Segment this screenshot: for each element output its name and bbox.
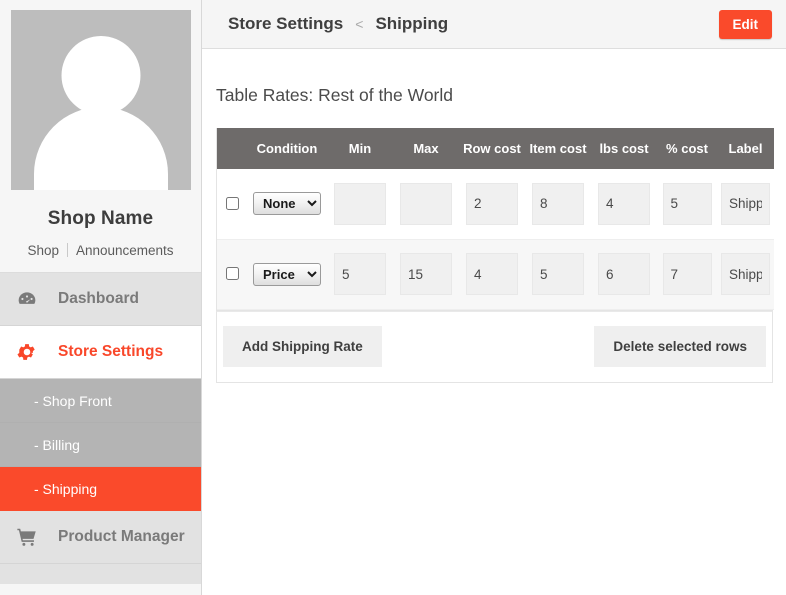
item-cost-input[interactable]: [532, 253, 584, 295]
column-header-select: [217, 128, 247, 169]
max-cell: [393, 239, 459, 310]
lbs-cost-input[interactable]: [598, 253, 650, 295]
lbs-cost-cell: [591, 239, 657, 310]
shop-name: Shop Name: [47, 208, 154, 229]
table-header-row: Condition Min Max Row cost Item cost lbs…: [217, 128, 774, 169]
row-cost-cell: [459, 239, 525, 310]
sidebar-subitem-label: - Shipping: [34, 480, 98, 497]
item-cost-input[interactable]: [532, 182, 584, 225]
label-input[interactable]: [721, 182, 770, 225]
breadcrumb: Store Settings < Shipping: [228, 14, 719, 34]
column-header-item-cost: Item cost: [525, 128, 591, 169]
app-root: Shop Name Shop Announcements Dashboard St…: [0, 0, 786, 595]
condition-select[interactable]: None Price Weight Item: [253, 192, 321, 216]
sidebar: Shop Name Shop Announcements Dashboard St…: [0, 0, 202, 595]
max-input[interactable]: [400, 253, 452, 295]
pct-cost-cell: [657, 169, 717, 240]
column-header-label: Label: [717, 128, 774, 169]
sidebar-item-billing[interactable]: - Billing: [0, 423, 201, 467]
label-input[interactable]: [721, 253, 770, 295]
label-cell: [717, 169, 774, 240]
shop-link[interactable]: Shop: [19, 243, 67, 258]
column-header-lbs-cost: lbs cost: [591, 128, 657, 169]
column-header-max: Max: [393, 128, 459, 169]
sidebar-item-store-settings[interactable]: Store Settings: [0, 326, 201, 379]
column-header-min: Min: [327, 128, 393, 169]
column-header-pct-cost: % cost: [657, 128, 717, 169]
table-body: None Price Weight Item: [217, 169, 774, 310]
column-header-row-cost: Row cost: [459, 128, 525, 169]
main-panel: Store Settings < Shipping Edit Table Rat…: [202, 0, 786, 595]
pct-cost-cell: [657, 239, 717, 310]
item-cost-cell: [525, 239, 591, 310]
avatar-head-shape: [61, 36, 140, 115]
sidebar-subitem-label: - Shop Front: [34, 392, 112, 409]
shipping-rates-table: Condition Min Max Row cost Item cost lbs…: [217, 128, 774, 310]
row-select-checkbox[interactable]: [225, 267, 239, 281]
column-header-condition: Condition: [247, 128, 327, 169]
rates-table-wrapper: Condition Min Max Row cost Item cost lbs…: [216, 128, 774, 311]
label-cell: [717, 239, 774, 310]
gear-icon: [14, 341, 40, 363]
breadcrumb-current: Shipping: [375, 14, 449, 33]
sidebar-nav: Dashboard Store Settings - Shop Front - …: [0, 273, 201, 584]
avatar: [10, 10, 191, 190]
sidebar-item-product-manager[interactable]: Product Manager: [0, 511, 201, 564]
topbar: Store Settings < Shipping Edit: [202, 0, 786, 49]
row-select-cell: [217, 239, 247, 310]
min-input[interactable]: [334, 253, 386, 295]
announcements-link[interactable]: Announcements: [68, 243, 182, 258]
sidebar-item-label: Dashboard: [58, 290, 139, 307]
condition-select[interactable]: Price None Weight Item: [253, 262, 321, 286]
row-select-cell: [217, 169, 247, 240]
row-select-checkbox[interactable]: [225, 197, 239, 211]
add-shipping-rate-button[interactable]: Add Shipping Rate: [223, 326, 382, 367]
delete-selected-rows-button[interactable]: Delete selected rows: [594, 326, 766, 367]
min-cell: [327, 239, 393, 310]
max-cell: [393, 169, 459, 240]
sidebar-item-label: Store Settings: [58, 343, 164, 360]
table-row: None Price Weight Item: [217, 169, 774, 240]
table-footer: Add Shipping Rate Delete selected rows: [216, 310, 773, 383]
condition-cell: Price None Weight Item: [247, 239, 327, 310]
pct-cost-input[interactable]: [662, 253, 712, 295]
sidebar-item-shipping[interactable]: - Shipping: [0, 467, 201, 511]
sidebar-item-next-partial[interactable]: [0, 564, 201, 584]
sidebar-item-label: Product Manager: [58, 528, 185, 545]
content-area: Table Rates: Rest of the World Condition…: [202, 49, 786, 383]
dashboard-icon: [14, 289, 40, 309]
page-title: Table Rates: Rest of the World: [216, 85, 454, 105]
row-cost-cell: [459, 169, 525, 240]
breadcrumb-store-settings[interactable]: Store Settings: [228, 14, 343, 34]
row-cost-input[interactable]: [466, 253, 518, 295]
lbs-cost-cell: [591, 169, 657, 240]
table-row: Price None Weight Item: [217, 239, 774, 310]
table-header: Condition Min Max Row cost Item cost lbs…: [217, 128, 774, 169]
min-input[interactable]: [334, 182, 386, 225]
min-cell: [327, 169, 393, 240]
condition-cell: None Price Weight Item: [247, 169, 327, 240]
sidebar-item-dashboard[interactable]: Dashboard: [0, 273, 201, 326]
sidebar-subitem-label: - Billing: [34, 436, 80, 453]
avatar-body-shape: [33, 107, 168, 190]
edit-button[interactable]: Edit: [718, 9, 772, 39]
profile-card: Shop Name Shop Announcements: [0, 0, 201, 273]
breadcrumb-separator-icon: <: [355, 16, 364, 32]
item-cost-cell: [525, 169, 591, 240]
pct-cost-input[interactable]: [662, 182, 712, 225]
row-cost-input[interactable]: [466, 182, 518, 225]
shop-links: Shop Announcements: [10, 243, 191, 258]
sidebar-item-shop-front[interactable]: - Shop Front: [0, 379, 201, 423]
lbs-cost-input[interactable]: [598, 182, 650, 225]
max-input[interactable]: [400, 182, 452, 225]
cart-icon: [14, 526, 40, 548]
